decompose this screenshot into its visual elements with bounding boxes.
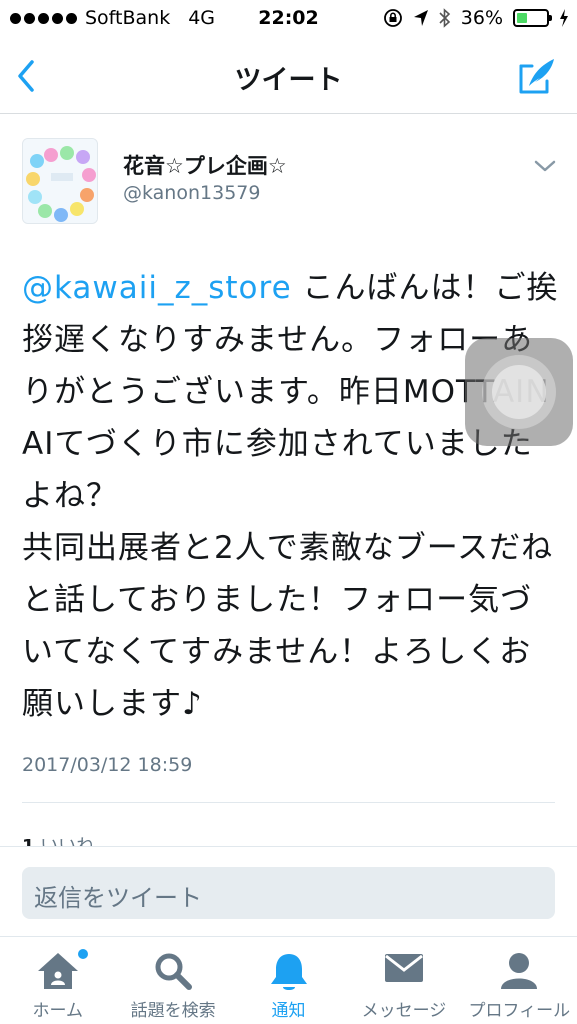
tab-search[interactable]: 話題を検索: [115, 937, 230, 1024]
tab-notifications[interactable]: 通知: [231, 937, 346, 1024]
tab-bar: ホーム 話題を検索 通知 メッセージ プロフィール: [0, 936, 577, 1024]
battery-icon: [513, 9, 552, 27]
compose-tweet-icon[interactable]: [517, 56, 557, 96]
like-count[interactable]: 1 いいね: [22, 832, 94, 846]
display-name[interactable]: 花音☆プレ企画☆: [123, 150, 287, 180]
tweet-text: @kawaii_z_store こんばんは！ご挨拶遅くなりすみません。フォローあ…: [22, 262, 562, 730]
profile-icon: [501, 953, 538, 989]
battery-level: [517, 13, 528, 23]
orientation-lock-icon: [383, 9, 402, 27]
assistive-touch-button[interactable]: [465, 338, 573, 446]
tab-label: 話題を検索: [130, 1001, 216, 1021]
nav-bar: ツイート: [0, 38, 577, 114]
home-icon: [37, 953, 78, 989]
avatar[interactable]: [22, 138, 98, 224]
tab-messages[interactable]: メッセージ: [346, 937, 461, 1024]
like-label: いいね: [40, 836, 94, 846]
status-bar: SoftBank 4G 22:02 36%: [0, 0, 577, 38]
user-handle[interactable]: @kanon13579: [123, 182, 260, 204]
tab-label: メッセージ: [361, 1001, 447, 1021]
tab-label: ホーム: [32, 1001, 83, 1021]
like-count-value: 1: [22, 836, 35, 846]
tweet-body: こんばんは！ご挨拶遅くなりすみません。フォローありがとうございます。昨日MOTT…: [22, 270, 559, 722]
status-right: 36%: [383, 7, 569, 29]
reply-bar: 返信をツイート: [0, 846, 577, 936]
mention-link[interactable]: @kawaii_z_store: [22, 270, 292, 306]
chevron-down-icon[interactable]: [533, 158, 557, 174]
search-icon: [155, 953, 193, 990]
bluetooth-icon: [439, 8, 450, 28]
notification-dot: [78, 949, 88, 959]
tab-home[interactable]: ホーム: [0, 937, 115, 1024]
reply-input[interactable]: 返信をツイート: [22, 867, 555, 919]
divider: [22, 802, 555, 803]
location-icon: [413, 10, 428, 26]
tab-label: 通知: [271, 1001, 306, 1021]
page-title: ツイート: [234, 65, 343, 96]
avatar-image: [23, 139, 97, 223]
tab-label: プロフィール: [468, 1001, 571, 1021]
tab-profile[interactable]: プロフィール: [462, 937, 577, 1024]
bell-icon: [270, 954, 307, 990]
charging-icon: [560, 9, 568, 27]
tweet-timestamp: 2017/03/12 18:59: [22, 754, 193, 776]
battery-percent: 36%: [460, 7, 503, 29]
envelope-icon: [384, 954, 423, 982]
